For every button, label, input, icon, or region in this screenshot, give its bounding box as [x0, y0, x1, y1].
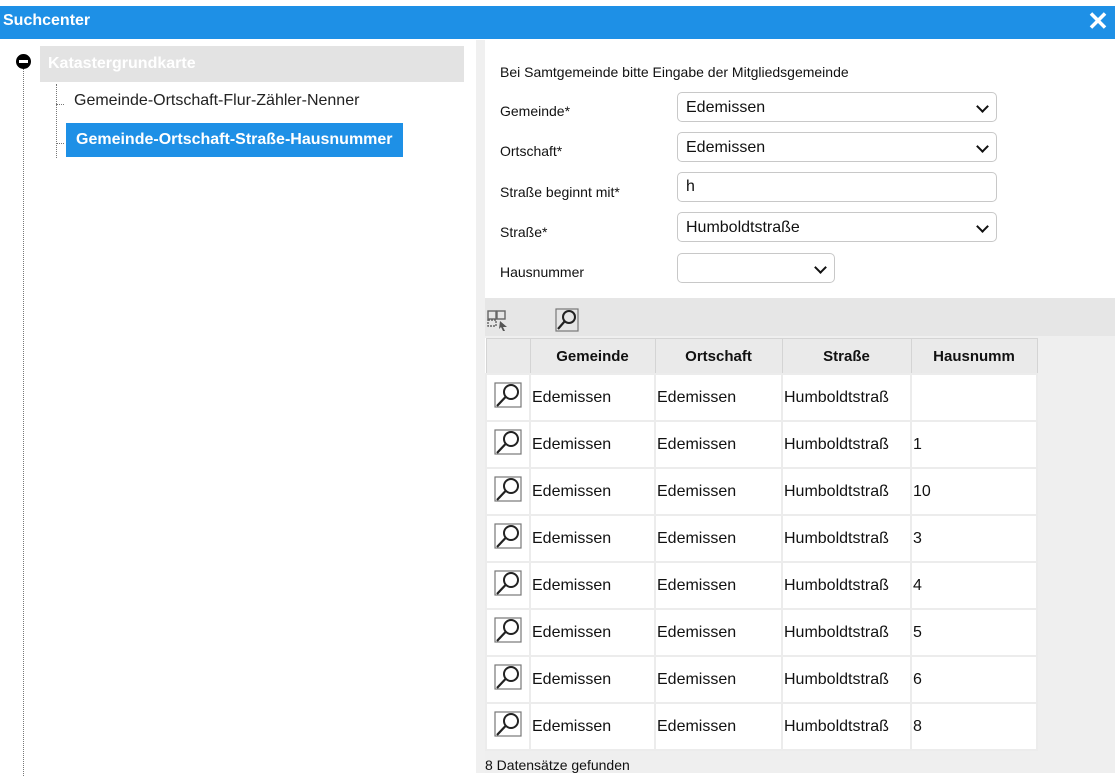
- tree-branch-line: [56, 84, 57, 158]
- hausnummer-label: Hausnummer: [500, 264, 585, 280]
- header-icon-cell: [485, 338, 531, 375]
- cell-ortschaft: Edemissen: [654, 467, 783, 516]
- zoom-to-row-icon[interactable]: [485, 561, 531, 610]
- table-row[interactable]: Edemissen Edemissen Humboldtstraß 1: [485, 420, 1038, 469]
- ortschaft-select[interactable]: Edemissen: [677, 132, 997, 162]
- table-header-row: Gemeinde Ortschaft Straße Hausnumm: [485, 338, 1038, 375]
- panel-divider[interactable]: [476, 40, 485, 773]
- gemeinde-select[interactable]: Edemissen: [677, 92, 997, 122]
- table-row[interactable]: Edemissen Edemissen Humboldtstraß 4: [485, 561, 1038, 610]
- ortschaft-value: Edemissen: [686, 139, 766, 156]
- cell-gemeinde: Edemissen: [529, 655, 656, 704]
- zoom-to-row-icon[interactable]: [485, 373, 531, 422]
- cell-strasse: Humboldtstraß: [781, 420, 912, 469]
- header-ortschaft[interactable]: Ortschaft: [654, 338, 783, 375]
- cell-gemeinde: Edemissen: [529, 561, 656, 610]
- select-on-map-icon[interactable]: [486, 308, 510, 332]
- header-strasse[interactable]: Straße: [781, 338, 912, 375]
- zoom-to-row-icon[interactable]: [485, 608, 531, 657]
- chevron-down-icon: [814, 261, 827, 274]
- tree-root-katastergrundkarte[interactable]: Katastergrundkarte: [40, 46, 464, 82]
- cell-strasse: Humboldtstraß: [781, 608, 912, 657]
- cell-gemeinde: Edemissen: [529, 467, 656, 516]
- tree-connector: [56, 104, 64, 105]
- cell-strasse: Humboldtstraß: [781, 702, 912, 751]
- cell-hausnummer: 1: [910, 420, 1038, 469]
- cell-strasse: Humboldtstraß: [781, 561, 912, 610]
- table-row[interactable]: Edemissen Edemissen Humboldtstraß: [485, 373, 1038, 422]
- gemeinde-value: Edemissen: [686, 99, 766, 116]
- cell-ortschaft: Edemissen: [654, 561, 783, 610]
- cell-hausnummer: 5: [910, 608, 1038, 657]
- header-hausnummer[interactable]: Hausnumm: [910, 338, 1038, 375]
- strasse-value: Humboldtstraße: [686, 219, 800, 236]
- cell-hausnummer: 8: [910, 702, 1038, 751]
- zoom-to-row-icon[interactable]: [485, 702, 531, 751]
- tree-item-hausnummer[interactable]: Gemeinde-Ortschaft-Straße-Hausnummer: [66, 123, 403, 157]
- table-row[interactable]: Edemissen Edemissen Humboldtstraß 5: [485, 608, 1038, 657]
- table-row[interactable]: Edemissen Edemissen Humboldtstraß 3: [485, 514, 1038, 563]
- title-bar-background: [0, 6, 1115, 39]
- cell-gemeinde: Edemissen: [529, 373, 656, 422]
- cell-gemeinde: Edemissen: [529, 420, 656, 469]
- header-gemeinde[interactable]: Gemeinde: [529, 338, 656, 375]
- cell-strasse: Humboldtstraß: [781, 514, 912, 563]
- cell-ortschaft: Edemissen: [654, 373, 783, 422]
- results-table: Gemeinde Ortschaft Straße Hausnumm Edemi…: [485, 338, 1038, 751]
- results-grid: Gemeinde Ortschaft Straße Hausnumm Edemi…: [485, 298, 1115, 773]
- cell-ortschaft: Edemissen: [654, 514, 783, 563]
- strasse-select[interactable]: Humboldtstraße: [677, 212, 997, 242]
- form-hint: Bei Samtgemeinde bitte Eingabe der Mitgl…: [500, 64, 849, 80]
- cell-strasse: Humboldtstraß: [781, 373, 912, 422]
- table-row[interactable]: Edemissen Edemissen Humboldtstraß 6: [485, 655, 1038, 704]
- zoom-to-row-icon[interactable]: [485, 655, 531, 704]
- cell-gemeinde: Edemissen: [529, 514, 656, 563]
- chevron-down-icon: [976, 100, 989, 113]
- cell-gemeinde: Edemissen: [529, 608, 656, 657]
- cell-hausnummer: 4: [910, 561, 1038, 610]
- zoom-to-row-icon[interactable]: [485, 420, 531, 469]
- window-title: Suchcenter: [3, 12, 91, 29]
- zoom-to-row-icon[interactable]: [485, 467, 531, 516]
- tree-item-flur[interactable]: Gemeinde-Ortschaft-Flur-Zähler-Nenner: [74, 92, 359, 110]
- chevron-down-icon: [976, 140, 989, 153]
- cell-hausnummer: [910, 373, 1038, 422]
- close-icon[interactable]: ✕: [1087, 8, 1109, 34]
- cell-strasse: Humboldtstraß: [781, 655, 912, 704]
- cell-strasse: Humboldtstraß: [781, 467, 912, 516]
- grid-toolbar: [485, 298, 1115, 336]
- cell-ortschaft: Edemissen: [654, 702, 783, 751]
- table-row[interactable]: Edemissen Edemissen Humboldtstraß 10: [485, 467, 1038, 516]
- search-form: Bei Samtgemeinde bitte Eingabe der Mitgl…: [476, 40, 1115, 773]
- hausnummer-select[interactable]: [677, 253, 835, 283]
- collapse-icon[interactable]: [16, 54, 31, 69]
- ortschaft-label: Ortschaft*: [500, 143, 563, 159]
- cell-ortschaft: Edemissen: [654, 655, 783, 704]
- cell-hausnummer: 6: [910, 655, 1038, 704]
- zoom-to-results-icon[interactable]: [555, 308, 579, 332]
- zoom-to-row-icon[interactable]: [485, 514, 531, 563]
- tree-guide-line: [23, 66, 24, 776]
- cell-ortschaft: Edemissen: [654, 608, 783, 657]
- tree-connector: [56, 143, 64, 144]
- gemeinde-label: Gemeinde*: [500, 103, 571, 119]
- result-count: 8 Datensätze gefunden: [485, 757, 630, 773]
- cell-hausnummer: 3: [910, 514, 1038, 563]
- chevron-down-icon: [976, 220, 989, 233]
- strasse-prefix-label: Straße beginnt mit*: [500, 184, 620, 200]
- cell-gemeinde: Edemissen: [529, 702, 656, 751]
- strasse-label: Straße*: [500, 224, 548, 240]
- search-tree: Katastergrundkarte Gemeinde-Ortschaft-Fl…: [0, 40, 476, 776]
- strasse-prefix-input[interactable]: h: [677, 172, 997, 202]
- title-bar: Suchcenter ✕: [0, 0, 1115, 40]
- table-row[interactable]: Edemissen Edemissen Humboldtstraß 8: [485, 702, 1038, 751]
- cell-ortschaft: Edemissen: [654, 420, 783, 469]
- cell-hausnummer: 10: [910, 467, 1038, 516]
